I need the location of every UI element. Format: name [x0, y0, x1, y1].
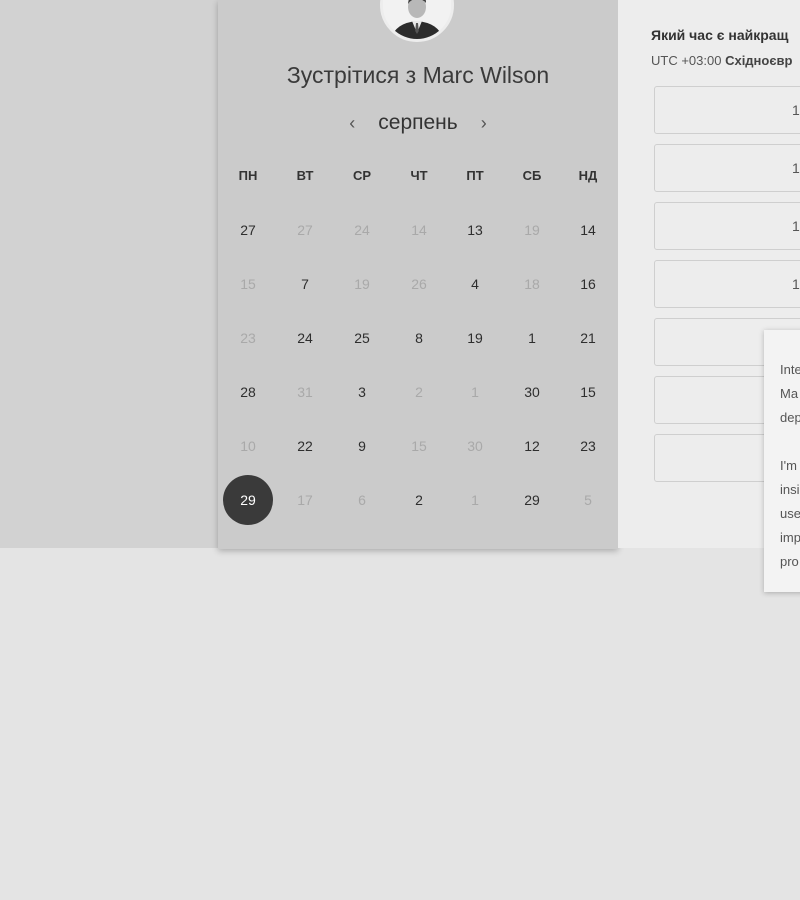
calendar-day: 14: [411, 222, 427, 238]
popover-text-line: I'm: [780, 458, 797, 473]
timezone-offset: UTC +03:00: [651, 53, 722, 68]
calendar-day: 15: [411, 438, 427, 454]
calendar-day[interactable]: 4: [450, 259, 500, 309]
host-avatar: [380, 0, 454, 42]
popover-text-line: Ma: [780, 386, 799, 401]
calendar-day[interactable]: 13: [450, 205, 500, 255]
popover-text-line: insi: [780, 482, 800, 497]
timezone-name: Східноєвр: [725, 53, 793, 68]
popover-text-line: use: [780, 506, 800, 521]
calendar-day: 24: [354, 222, 370, 238]
calendar-day[interactable]: 7: [280, 259, 330, 309]
popover-text-line: imp: [780, 530, 800, 545]
timezone-selector[interactable]: UTC +03:00 Східноєвр: [651, 53, 792, 68]
weekday-label: ЧТ: [410, 168, 428, 183]
calendar-day: 27: [297, 222, 313, 238]
calendar-day[interactable]: 23: [563, 421, 613, 471]
calendar-day[interactable]: 27: [223, 205, 273, 255]
weekday-label: ПТ: [466, 168, 484, 183]
calendar-day: 18: [524, 276, 540, 292]
calendar-day-selected[interactable]: 29: [223, 475, 273, 525]
chevron-left-icon[interactable]: ‹: [344, 113, 360, 134]
time-slot-label: 1: [792, 276, 800, 292]
calendar-day[interactable]: 8: [394, 313, 444, 363]
calendar-day: 19: [354, 276, 370, 292]
calendar-day: 26: [411, 276, 427, 292]
time-slot-label: 1: [792, 160, 800, 176]
calendar-day: 30: [467, 438, 483, 454]
calendar-day: 19: [524, 222, 540, 238]
calendar-day: 10: [240, 438, 256, 454]
chevron-right-icon[interactable]: ›: [476, 113, 492, 134]
calendar-day: 6: [358, 492, 366, 508]
calendar-day[interactable]: 1: [507, 313, 557, 363]
weekday-label: ПН: [238, 168, 258, 183]
calendar-day[interactable]: 24: [280, 313, 330, 363]
time-slot-button[interactable]: 1: [654, 202, 800, 250]
calendar-day: 1: [471, 492, 479, 508]
time-slot-button[interactable]: 1: [654, 86, 800, 134]
month-label: серпень: [378, 111, 458, 134]
weekday-label: НД: [578, 168, 598, 183]
host-name: Marc Wilson: [422, 62, 550, 88]
host-photo-icon: [383, 0, 451, 39]
calendar-day[interactable]: 14: [563, 205, 613, 255]
calendar-day: 2: [415, 384, 423, 400]
time-slot-label: 1: [792, 218, 800, 234]
calendar-day[interactable]: 25: [337, 313, 387, 363]
weekday-header: ПН ВТ СР ЧТ ПТ СБ НД: [218, 168, 618, 188]
popover-text-line: dep: [780, 410, 800, 425]
calendar-day[interactable]: 12: [507, 421, 557, 471]
calendar-day[interactable]: 29: [507, 475, 557, 525]
calendar-day[interactable]: 3: [337, 367, 387, 417]
calendar-day[interactable]: 30: [507, 367, 557, 417]
meeting-title-prefix: Зустрітися з: [286, 62, 417, 88]
calendar-day: 15: [240, 276, 256, 292]
weekday-label: СР: [352, 168, 372, 183]
month-navigation: ‹ серпень ›: [218, 108, 618, 138]
weekday-label: СБ: [522, 168, 542, 183]
time-slot-label: 1: [792, 102, 800, 118]
time-heading: Який час є найкращ: [651, 27, 789, 43]
calendar-day[interactable]: 2: [394, 475, 444, 525]
calendar-day[interactable]: 28: [223, 367, 273, 417]
calendar-day[interactable]: 22: [280, 421, 330, 471]
calendar-day[interactable]: 9: [337, 421, 387, 471]
calendar-day: 31: [297, 384, 313, 400]
popover-text-line: Inte: [780, 362, 800, 377]
calendar-day: 1: [471, 384, 479, 400]
calendar-panel: Зустрітися з Marc Wilson ‹ серпень › ПН В…: [218, 0, 618, 549]
calendar-day[interactable]: 19: [450, 313, 500, 363]
time-slot-button[interactable]: 1: [654, 144, 800, 192]
calendar-day: 17: [297, 492, 313, 508]
calendar-day[interactable]: 21: [563, 313, 613, 363]
calendar-day[interactable]: 15: [563, 367, 613, 417]
time-slot-button[interactable]: 1: [654, 260, 800, 308]
popover-text-line: pro: [780, 554, 799, 569]
calendar-day: 5: [584, 492, 592, 508]
meeting-title: Зустрітися з Marc Wilson: [218, 62, 618, 89]
weekday-label: ВТ: [296, 168, 314, 183]
calendar-day: 23: [240, 330, 256, 346]
host-description-popover: Inte Ma dep I'm insi use imp pro: [764, 330, 800, 592]
calendar-day[interactable]: 16: [563, 259, 613, 309]
